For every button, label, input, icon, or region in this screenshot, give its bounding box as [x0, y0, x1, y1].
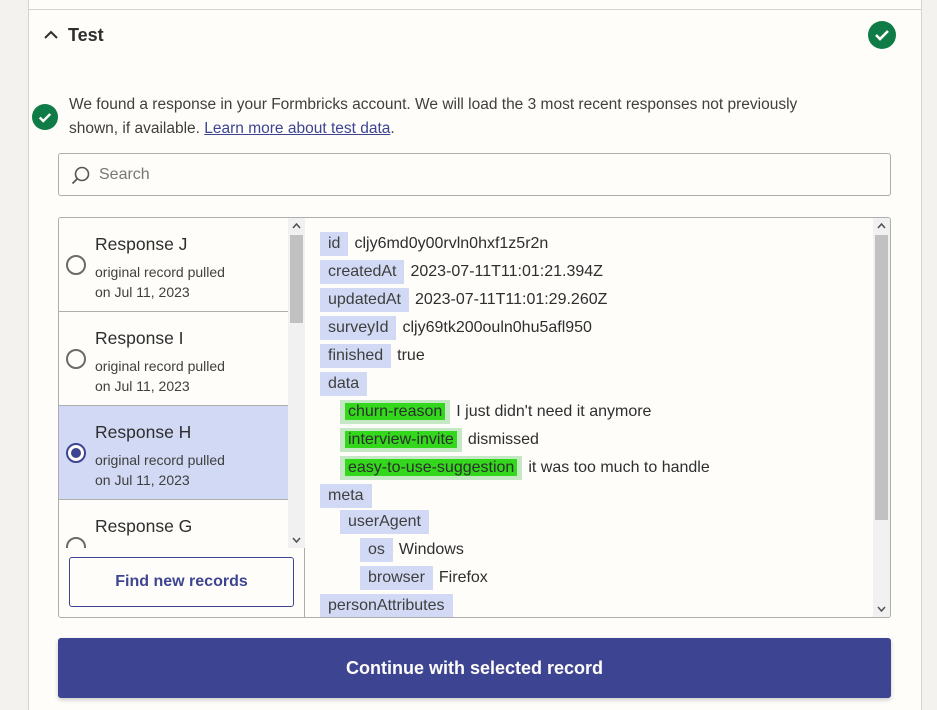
field-easy-to-use-suggestion: easy-to-use-suggestion it was too much to…	[340, 456, 710, 480]
field-os: os Windows	[360, 538, 464, 562]
field-finished: finished true	[320, 344, 425, 368]
field-updatedAt: updatedAt 2023-07-11T11:01:29.260Z	[320, 288, 607, 312]
message-check-icon	[32, 104, 58, 130]
field-meta: meta	[320, 484, 378, 508]
records-box: Response J original record pulled on Jul …	[58, 217, 891, 618]
search-icon	[71, 166, 90, 185]
record-subtitle: original record pulled on Jul 11, 2023	[95, 264, 225, 300]
record-title: Response G	[95, 516, 193, 536]
record-radio[interactable]	[66, 537, 86, 548]
scroll-down-arrow-icon[interactable]	[288, 532, 305, 548]
field-personAttributes: personAttributes	[320, 594, 459, 617]
scroll-thumb[interactable]	[875, 235, 888, 520]
record-list-pane: Response J original record pulled on Jul …	[59, 218, 305, 617]
continue-with-selected-record-button[interactable]: Continue with selected record	[58, 638, 891, 698]
record-radio[interactable]	[66, 349, 86, 369]
scroll-up-arrow-icon[interactable]	[873, 218, 890, 234]
test-section-header[interactable]: Test	[29, 10, 921, 62]
record-radio-selected[interactable]	[66, 443, 86, 463]
field-userAgent: userAgent	[340, 510, 435, 534]
search-box	[58, 153, 891, 196]
learn-more-link[interactable]: Learn more about test data	[204, 120, 390, 137]
record-list: Response J original record pulled on Jul …	[59, 218, 288, 548]
record-subtitle: original record pulled on Jul 11, 2023	[95, 452, 225, 488]
record-item[interactable]: Response G	[59, 500, 288, 548]
success-check-icon	[868, 21, 896, 49]
scroll-down-arrow-icon[interactable]	[873, 601, 890, 617]
chevron-up-icon[interactable]	[43, 30, 59, 40]
field-churn-reason: churn-reason I just didn't need it anymor…	[340, 400, 651, 424]
scroll-up-arrow-icon[interactable]	[288, 218, 305, 234]
record-item[interactable]: Response J original record pulled on Jul …	[59, 218, 288, 312]
field-surveyId: surveyId cljy69tk200ouln0hu5afl950	[320, 316, 592, 340]
field-browser: browser Firefox	[360, 566, 488, 590]
section-title: Test	[68, 25, 104, 45]
field-createdAt: createdAt 2023-07-11T11:01:21.394Z	[320, 260, 603, 284]
field-data: data	[320, 372, 373, 396]
message-text: We found a response in your Formbricks a…	[69, 96, 798, 137]
record-subtitle: original record pulled on Jul 11, 2023	[95, 358, 225, 394]
record-title: Response J	[95, 234, 188, 254]
search-input[interactable]	[99, 154, 879, 195]
record-detail-pane: id cljy6md0y00rvln0hxf1z5r2n createdAt 202…	[306, 218, 890, 617]
record-item-selected[interactable]: Response H original record pulled on Jul …	[59, 406, 288, 500]
scroll-thumb[interactable]	[290, 235, 303, 323]
record-title: Response I	[95, 328, 184, 348]
record-title: Response H	[95, 422, 192, 442]
record-item[interactable]: Response I original record pulled on Jul …	[59, 312, 288, 406]
record-radio[interactable]	[66, 255, 86, 275]
field-interview-invite: interview-invite dismissed	[340, 428, 539, 452]
message-end: .	[390, 120, 395, 137]
detail-scrollbar[interactable]	[873, 218, 890, 617]
test-info-message: We found a response in your Formbricks a…	[69, 93, 829, 141]
find-new-records-button[interactable]: Find new records	[69, 557, 294, 607]
field-id: id cljy6md0y00rvln0hxf1z5r2n	[320, 232, 548, 256]
record-list-scrollbar[interactable]	[288, 218, 305, 548]
